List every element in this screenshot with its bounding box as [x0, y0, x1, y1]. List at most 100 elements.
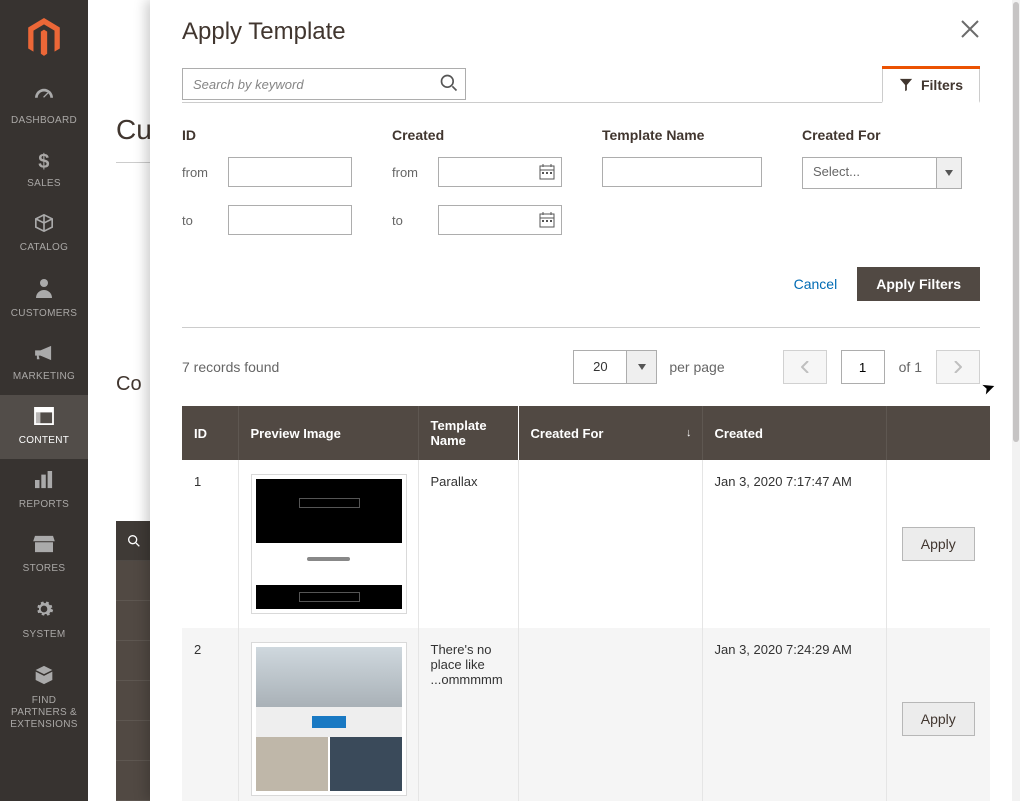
sublabel-to: to — [392, 213, 426, 228]
chevron-down-icon[interactable] — [936, 157, 962, 189]
funnel-icon — [899, 78, 913, 92]
magento-icon — [27, 18, 61, 58]
nav-system[interactable]: SYSTEM — [0, 587, 88, 653]
search-icon — [126, 533, 142, 549]
close-icon[interactable] — [960, 18, 980, 46]
cube-icon — [4, 665, 84, 691]
nav-content[interactable]: CONTENT — [0, 395, 88, 459]
templates-grid: ID Preview Image Template Name Created F… — [182, 406, 991, 801]
perpage-label: per page — [669, 359, 724, 375]
nav-dashboard[interactable]: DASHBOARD — [0, 75, 88, 139]
cell-created: Jan 3, 2020 7:17:47 AM — [702, 460, 886, 628]
cancel-link[interactable]: Cancel — [794, 276, 838, 292]
col-preview[interactable]: Preview Image — [238, 406, 418, 460]
filter-template-name: Template Name — [602, 127, 762, 235]
nav-stores[interactable]: STORES — [0, 523, 88, 587]
table-row: 2 There's no place like ...ommmmm Jan 3,… — [182, 628, 990, 801]
filter-id: ID from to — [182, 127, 352, 235]
nav-label: MARKETING — [4, 371, 84, 383]
apply-filters-button[interactable]: Apply Filters — [857, 267, 980, 301]
calendar-icon[interactable] — [532, 205, 562, 235]
scrollbar[interactable] — [1012, 0, 1020, 801]
table-row: 1 Parallax Jan 3, 2020 7:17:47 AM Apply — [182, 460, 990, 628]
gear-icon — [4, 599, 84, 625]
cell-preview — [238, 628, 418, 801]
admin-sidebar: DASHBOARD $ SALES CATALOG CUSTOMERS MARK… — [0, 0, 88, 801]
nav-catalog[interactable]: CATALOG — [0, 202, 88, 266]
cell-created-for — [518, 460, 702, 628]
search-input[interactable] — [182, 68, 466, 100]
sort-indicator-icon: ↓ — [686, 427, 692, 439]
filters-tab-label: Filters — [921, 77, 963, 93]
filters-tab[interactable]: Filters — [882, 68, 980, 103]
filter-created-for: Created For Select... — [802, 127, 962, 235]
col-label: Created For — [531, 426, 604, 441]
calendar-icon[interactable] — [532, 157, 562, 187]
nav-label: REPORTS — [4, 499, 84, 511]
layout-icon — [4, 407, 84, 431]
magento-logo[interactable] — [0, 0, 88, 75]
box-icon — [4, 214, 84, 238]
filter-fields: ID from to Created from — [182, 127, 980, 235]
nav-label: CATALOG — [4, 242, 84, 254]
page-input[interactable] — [841, 350, 885, 384]
scrollbar-thumb[interactable] — [1013, 2, 1019, 442]
cell-created-for — [518, 628, 702, 801]
cell-preview — [238, 460, 418, 628]
col-created-for[interactable]: Created For ↓ — [518, 406, 702, 460]
cell-name: There's no place like ...ommmmm — [418, 628, 518, 801]
nav-label: DASHBOARD — [4, 115, 84, 127]
search-icon[interactable] — [439, 73, 459, 98]
nav-label: FIND PARTNERS & EXTENSIONS — [4, 695, 84, 731]
filter-label: Template Name — [602, 127, 762, 143]
filter-label: Created — [392, 127, 562, 143]
select-display: Select... — [802, 157, 936, 189]
apply-button[interactable]: Apply — [902, 702, 975, 736]
dashboard-icon — [4, 87, 84, 111]
col-name[interactable]: Template Name — [418, 406, 518, 460]
cell-id: 1 — [182, 460, 238, 628]
nav-partners[interactable]: FIND PARTNERS & EXTENSIONS — [0, 653, 88, 743]
filter-label: ID — [182, 127, 352, 143]
filter-label: Created For — [802, 127, 962, 143]
filter-created: Created from to — [392, 127, 562, 235]
cell-id: 2 — [182, 628, 238, 801]
modal-title: Apply Template — [182, 18, 346, 46]
id-from-input[interactable] — [228, 157, 352, 187]
nav-marketing[interactable]: MARKETING — [0, 332, 88, 395]
cell-name: Parallax — [418, 460, 518, 628]
nav-sales[interactable]: $ SALES — [0, 139, 88, 202]
store-icon — [4, 535, 84, 559]
cell-created: Jan 3, 2020 7:24:29 AM — [702, 628, 886, 801]
perpage-value[interactable]: 20 — [573, 350, 627, 384]
nav-label: SALES — [4, 178, 84, 190]
records-found: 7 records found — [182, 359, 279, 375]
id-to-input[interactable] — [228, 205, 352, 235]
created-for-select[interactable]: Select... — [802, 157, 962, 189]
sublabel-from: from — [182, 165, 216, 180]
sublabel-to: to — [182, 213, 216, 228]
preview-thumbnail[interactable] — [251, 642, 407, 796]
col-created[interactable]: Created — [702, 406, 886, 460]
person-icon — [4, 278, 84, 304]
search-wrap — [182, 68, 466, 100]
nav-label: CONTENT — [4, 435, 84, 447]
page-of-label: of 1 — [899, 359, 922, 375]
col-action — [886, 406, 990, 460]
prev-page-button[interactable] — [783, 350, 827, 384]
nav-label: STORES — [4, 563, 84, 575]
col-id[interactable]: ID — [182, 406, 238, 460]
bars-icon — [4, 471, 84, 495]
perpage-dropdown[interactable] — [627, 350, 657, 384]
template-name-input[interactable] — [602, 157, 762, 187]
nav-customers[interactable]: CUSTOMERS — [0, 266, 88, 332]
sublabel-from: from — [392, 165, 426, 180]
nav-reports[interactable]: REPORTS — [0, 459, 88, 523]
dollar-icon: $ — [4, 151, 84, 174]
next-page-button[interactable] — [936, 350, 980, 384]
preview-thumbnail[interactable] — [251, 474, 407, 614]
apply-template-modal: Apply Template Filters ID from to — [150, 0, 1012, 801]
apply-button[interactable]: Apply — [902, 527, 975, 561]
bullhorn-icon — [4, 344, 84, 367]
nav-label: CUSTOMERS — [4, 308, 84, 320]
